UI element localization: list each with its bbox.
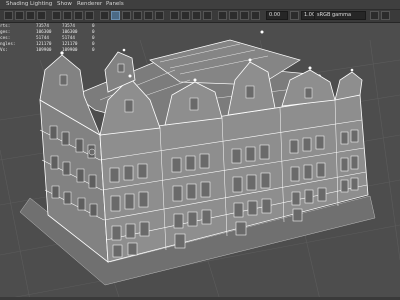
color-management-icon[interactable]: [370, 11, 379, 20]
image-plane-icon[interactable]: [37, 11, 46, 20]
maya-window: Shading Lighting Show Renderer Panels 0.…: [0, 0, 400, 300]
viewport-options-icon[interactable]: [381, 11, 390, 20]
wireframe-on-shaded-icon[interactable]: [111, 11, 120, 20]
anti-aliasing-icon[interactable]: [192, 11, 201, 20]
poly-count-hud: rts: 73574 73574 0 ges: 106300 106300 0 …: [0, 24, 120, 54]
depth-of-field-icon[interactable]: [203, 11, 212, 20]
resolution-gate-icon[interactable]: [74, 11, 83, 20]
viewport-menubar: Shading Lighting Show Renderer Panels: [0, 0, 400, 10]
gamma-icon: [290, 11, 299, 20]
textured-icon[interactable]: [133, 11, 142, 20]
film-gate-icon[interactable]: [63, 11, 72, 20]
hud-row-uvs: Vs: 109900 109900 0: [0, 48, 95, 53]
color-space-select[interactable]: sRGB gamma: [314, 11, 366, 20]
menu-lighting[interactable]: Lighting: [30, 1, 52, 7]
viewport-toolbar: 0.00 1.00 sRGB gamma: [0, 10, 400, 23]
isolate-select-icon[interactable]: [218, 11, 227, 20]
viewport-canvas: [0, 23, 400, 300]
gate-mask-icon[interactable]: [85, 11, 94, 20]
wireframe-icon[interactable]: [100, 11, 109, 20]
xray-components-icon[interactable]: [251, 11, 260, 20]
xray-joints-icon[interactable]: [240, 11, 249, 20]
shadows-icon[interactable]: [155, 11, 164, 20]
camera-attributes-icon[interactable]: [15, 11, 24, 20]
xray-icon[interactable]: [229, 11, 238, 20]
menu-panels[interactable]: Panels: [106, 1, 124, 7]
menu-shading[interactable]: Shading: [6, 1, 28, 7]
smooth-shade-icon[interactable]: [122, 11, 131, 20]
grid-icon[interactable]: [52, 11, 61, 20]
lights-icon[interactable]: [144, 11, 153, 20]
camera-select-icon[interactable]: [4, 11, 13, 20]
menu-show[interactable]: Show: [57, 1, 72, 7]
exposure-field[interactable]: 0.00: [266, 11, 288, 20]
bookmark-icon[interactable]: [26, 11, 35, 20]
3d-viewport[interactable]: [0, 23, 400, 300]
ambient-occlusion-icon[interactable]: [170, 11, 179, 20]
menu-renderer[interactable]: Renderer: [77, 1, 102, 7]
motion-blur-icon[interactable]: [181, 11, 190, 20]
